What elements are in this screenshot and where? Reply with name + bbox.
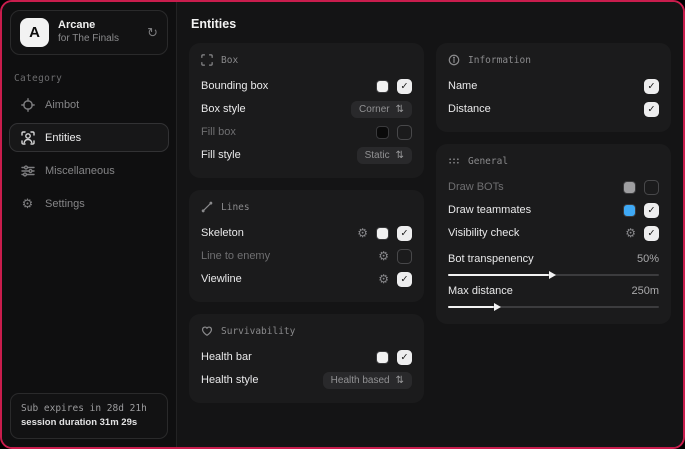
session-duration-text: session duration 31m 29s [21, 416, 157, 430]
checkbox-checked[interactable]: ✓ [644, 102, 659, 117]
app-title: Arcane [58, 19, 138, 33]
setting-row-distance: Distance ✓ [448, 98, 659, 120]
entities-icon [20, 131, 35, 145]
panel-header-label: General [468, 156, 508, 167]
color-swatch[interactable] [376, 126, 389, 139]
checkbox-unchecked[interactable] [644, 180, 659, 195]
panel-header-label: Box [221, 55, 238, 66]
panel-survivability: Survivability Health bar ✓ Health style … [189, 314, 424, 403]
slider-value: 250m [631, 285, 659, 297]
app-header-card: A Arcane for The Finals ↻ [10, 10, 168, 55]
checkbox-checked[interactable]: ✓ [397, 226, 412, 241]
color-swatch[interactable] [376, 227, 389, 240]
gear-icon[interactable]: ⚙ [378, 273, 389, 285]
slider-max-distance: Max distance 250m [448, 285, 659, 308]
sidebar-nav: Aimbot Entities Miscellaneous ⚙ Settings [2, 88, 176, 220]
setting-row-box-style: Box style Corner ⇅ [201, 98, 412, 120]
slider-value: 50% [637, 253, 659, 265]
sidebar-item-miscellaneous[interactable]: Miscellaneous [9, 156, 169, 185]
sidebar-item-label: Settings [45, 198, 85, 210]
setting-row-fill-style: Fill style Static ⇅ [201, 144, 412, 166]
sub-expires-text: Sub expires in 28d 21h [21, 402, 157, 416]
checkbox-unchecked[interactable] [397, 125, 412, 140]
setting-row-viewline: Viewline ⚙ ✓ [201, 268, 412, 290]
panel-general: General Draw BOTs Draw teammates ✓ [436, 144, 671, 324]
updown-arrows-icon: ⇅ [396, 104, 404, 115]
category-label: Category [14, 73, 164, 84]
box-style-select[interactable]: Corner ⇅ [351, 101, 412, 118]
setting-row-draw-teammates: Draw teammates ✓ [448, 199, 659, 221]
gear-icon: ⚙ [20, 196, 35, 212]
color-swatch[interactable] [376, 351, 389, 364]
app-logo: A [20, 18, 49, 47]
box-corners-icon [201, 54, 213, 66]
page-title: Entities [191, 17, 671, 31]
panel-box: Box Bounding box ✓ Box style Corner [189, 43, 424, 178]
gear-icon[interactable]: ⚙ [357, 227, 368, 239]
subscription-status-card: Sub expires in 28d 21h session duration … [10, 393, 168, 440]
checkbox-checked[interactable]: ✓ [397, 79, 412, 94]
setting-row-skeleton: Skeleton ⚙ ✓ [201, 222, 412, 244]
checkbox-checked[interactable]: ✓ [644, 79, 659, 94]
slider-track[interactable] [448, 274, 659, 276]
color-swatch[interactable] [623, 204, 636, 217]
panel-lines: Lines Skeleton ⚙ ✓ Line to enemy ⚙ [189, 190, 424, 302]
checkbox-checked[interactable]: ✓ [397, 272, 412, 287]
checkbox-checked[interactable]: ✓ [644, 226, 659, 241]
gear-icon[interactable]: ⚙ [378, 250, 389, 262]
line-icon [201, 201, 213, 213]
info-icon [448, 54, 460, 66]
main-content: Entities Box Bounding box ✓ [177, 2, 683, 447]
checkbox-checked[interactable]: ✓ [397, 350, 412, 365]
sidebar-item-label: Entities [45, 132, 81, 144]
panel-header-label: Information [468, 55, 531, 66]
sidebar-item-entities[interactable]: Entities [9, 123, 169, 152]
sidebar-item-aimbot[interactable]: Aimbot [9, 90, 169, 119]
setting-row-bounding-box: Bounding box ✓ [201, 75, 412, 97]
checkbox-checked[interactable]: ✓ [644, 203, 659, 218]
sidebar-item-label: Miscellaneous [45, 165, 115, 177]
app-subtitle: for The Finals [58, 33, 138, 46]
checkbox-unchecked[interactable] [397, 249, 412, 264]
left-column: Box Bounding box ✓ Box style Corner [189, 43, 424, 403]
crosshair-icon [20, 98, 35, 112]
color-swatch[interactable] [623, 181, 636, 194]
setting-row-health-style: Health style Health based ⇅ [201, 369, 412, 391]
grid-dots-icon [448, 155, 460, 167]
sidebar-item-label: Aimbot [45, 99, 79, 111]
slider-track[interactable] [448, 306, 659, 308]
updown-arrows-icon: ⇅ [396, 150, 404, 161]
slider-thumb[interactable] [549, 271, 556, 279]
panel-header-label: Survivability [221, 326, 295, 337]
setting-row-line-to-enemy: Line to enemy ⚙ [201, 245, 412, 267]
gear-icon[interactable]: ⚙ [625, 227, 636, 239]
panel-header-label: Lines [221, 202, 250, 213]
color-swatch[interactable] [376, 80, 389, 93]
slider-bot-transparency: Bot transpenency 50% [448, 253, 659, 276]
refresh-icon[interactable]: ↻ [147, 25, 158, 41]
app-window: A Arcane for The Finals ↻ Category Aimbo… [0, 0, 685, 449]
sliders-icon [20, 164, 35, 178]
setting-row-health-bar: Health bar ✓ [201, 346, 412, 368]
heart-icon [201, 325, 213, 337]
fill-style-select[interactable]: Static ⇅ [357, 147, 412, 164]
setting-row-name: Name ✓ [448, 75, 659, 97]
slider-thumb[interactable] [494, 303, 501, 311]
setting-row-fill-box: Fill box [201, 121, 412, 143]
health-style-select[interactable]: Health based ⇅ [323, 372, 412, 389]
right-column: Information Name ✓ Distance ✓ [436, 43, 671, 324]
panel-information: Information Name ✓ Distance ✓ [436, 43, 671, 132]
setting-row-draw-bots: Draw BOTs [448, 176, 659, 198]
sidebar: A Arcane for The Finals ↻ Category Aimbo… [2, 2, 177, 447]
sidebar-item-settings[interactable]: ⚙ Settings [9, 189, 169, 218]
setting-row-visibility-check: Visibility check ⚙ ✓ [448, 222, 659, 244]
updown-arrows-icon: ⇅ [396, 375, 404, 386]
